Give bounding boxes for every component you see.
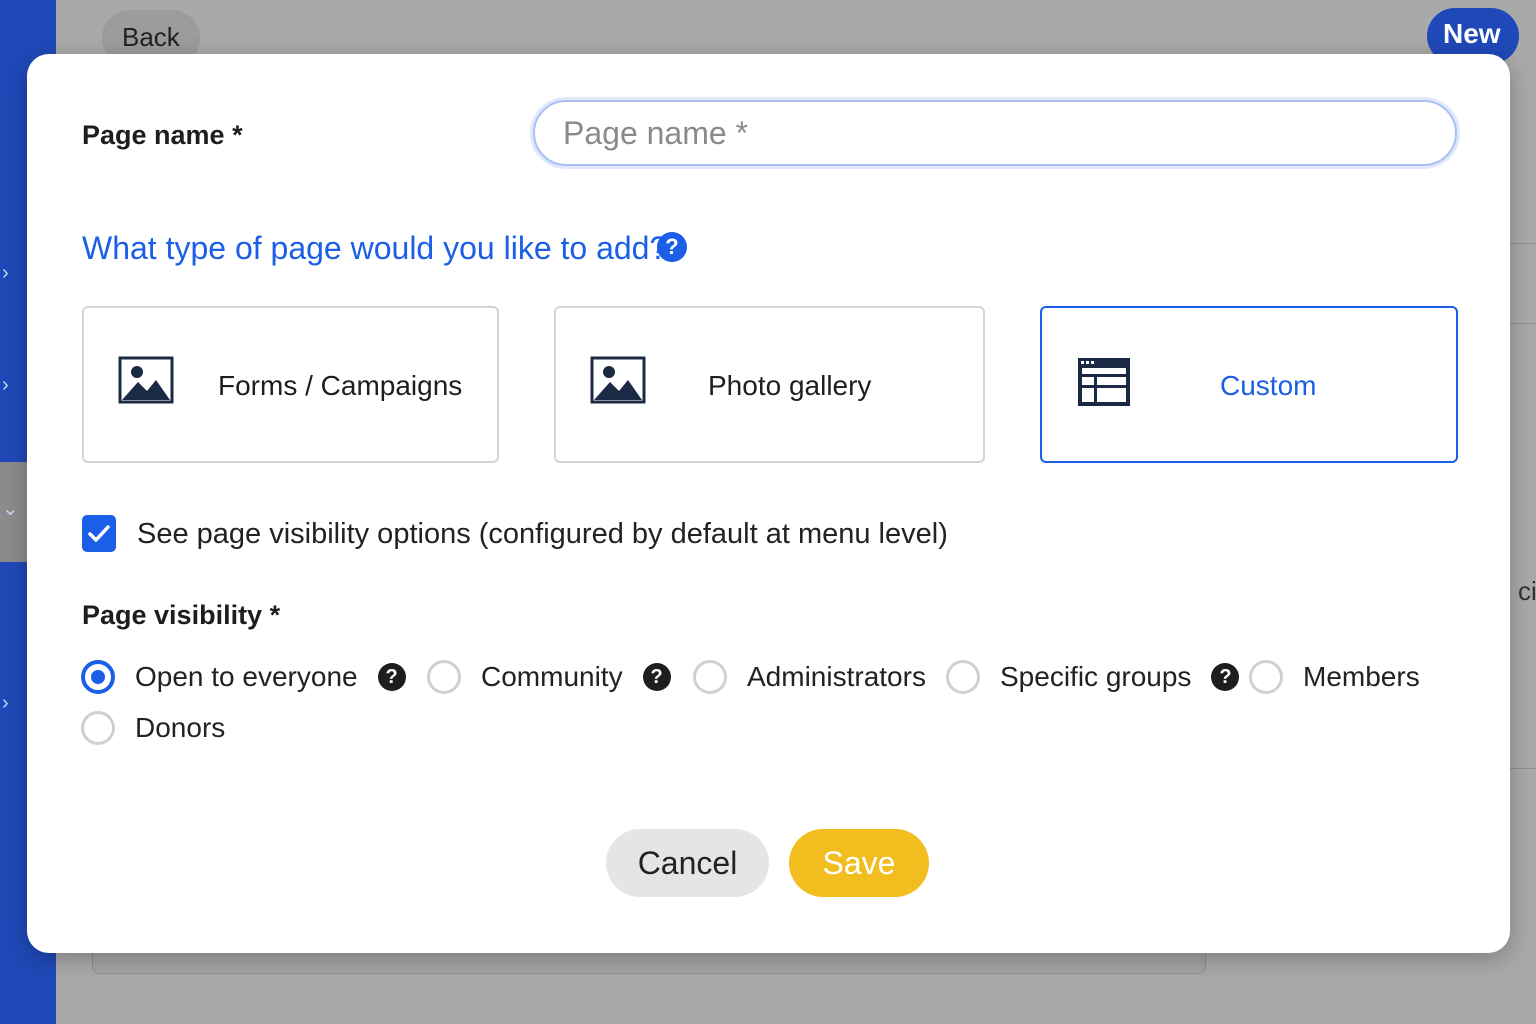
chevron-down-icon[interactable]: ⌄	[2, 496, 19, 521]
divider	[1506, 243, 1536, 244]
visibility-option-specific-groups[interactable]: Specific groups ?	[946, 660, 1240, 694]
image-icon	[590, 356, 646, 404]
page-type-photo-gallery[interactable]: Photo gallery	[554, 306, 985, 463]
background-partial-text: ci	[1518, 576, 1536, 606]
page-visibility-label: Page visibility *	[82, 600, 281, 630]
visibility-option-administrators[interactable]: Administrators	[693, 660, 926, 694]
page-type-label: Forms / Campaigns	[218, 370, 463, 401]
layout-icon	[1078, 358, 1130, 406]
radio-label: Donors	[135, 712, 226, 743]
visibility-option-members[interactable]: Members	[1249, 660, 1420, 694]
save-button[interactable]: Save	[789, 829, 929, 897]
visibility-options-checkbox[interactable]	[82, 515, 116, 552]
chevron-right-icon[interactable]: ›	[2, 692, 9, 715]
visibility-option-community[interactable]: Community ?	[427, 660, 671, 694]
divider	[1506, 768, 1536, 769]
radio-label: Open to everyone	[135, 661, 358, 692]
help-icon[interactable]: ?	[642, 663, 671, 691]
divider	[1506, 323, 1536, 324]
page-type-forms-campaigns[interactable]: Forms / Campaigns	[82, 306, 499, 463]
image-icon	[118, 356, 174, 404]
radio-button[interactable]	[1249, 660, 1283, 694]
radio-button[interactable]	[81, 711, 115, 745]
page-type-label: Photo gallery	[708, 370, 872, 401]
chevron-right-icon[interactable]: ›	[2, 262, 9, 285]
visibility-options-label: See page visibility options (configured …	[137, 518, 948, 550]
page-type-question: What type of page would you like to add?	[82, 230, 668, 266]
radio-label: Specific groups	[1000, 661, 1192, 692]
help-icon[interactable]: ?	[1211, 663, 1240, 691]
cancel-button[interactable]: Cancel	[606, 829, 769, 897]
radio-button[interactable]	[946, 660, 980, 694]
checkmark-icon	[88, 525, 110, 542]
radio-label: Community	[481, 661, 623, 692]
page-name-input[interactable]	[533, 100, 1457, 166]
radio-button[interactable]	[693, 660, 727, 694]
page-type-label: Custom	[1220, 370, 1317, 401]
help-icon[interactable]: ?	[657, 232, 687, 262]
page-name-label: Page name *	[82, 120, 243, 150]
visibility-option-open[interactable]: Open to everyone ?	[81, 660, 406, 694]
page-type-custom[interactable]: Custom	[1040, 306, 1458, 463]
radio-label: Members	[1303, 661, 1420, 692]
add-page-modal: Page name * What type of page would you …	[27, 54, 1510, 953]
radio-label: Administrators	[747, 661, 926, 692]
radio-button[interactable]	[81, 660, 115, 694]
chevron-right-icon[interactable]: ›	[2, 374, 9, 397]
help-icon[interactable]: ?	[377, 663, 406, 691]
radio-button[interactable]	[427, 660, 461, 694]
visibility-option-donors[interactable]: Donors	[81, 711, 225, 745]
